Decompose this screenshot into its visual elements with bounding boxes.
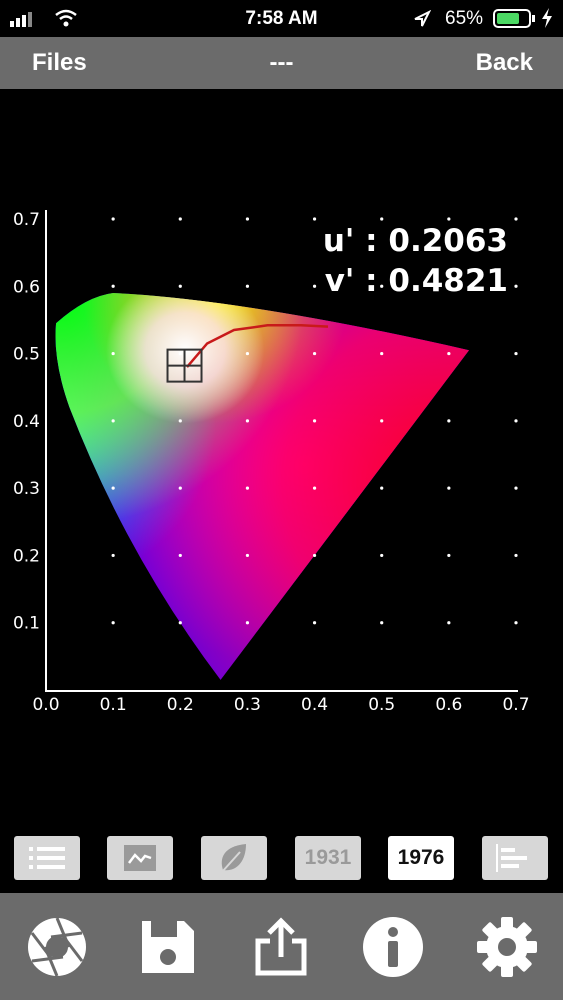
grid-dot <box>178 217 182 221</box>
grid-dot <box>178 553 182 558</box>
grid-dot <box>514 419 518 423</box>
location-arrow-icon <box>414 10 431 27</box>
x-tick-label: 0.1 <box>100 695 127 715</box>
grid-dot <box>380 351 384 356</box>
files-button[interactable]: Files <box>32 49 87 77</box>
v-prime-readout: v' : 0.4821 <box>325 263 508 299</box>
share-button[interactable] <box>248 915 314 979</box>
grid-dot <box>447 419 451 423</box>
info-icon <box>363 917 423 977</box>
grid-dot <box>111 486 115 490</box>
y-tick-label: 0.1 <box>13 614 40 634</box>
x-tick-label: 0.5 <box>368 695 395 715</box>
color-gamut <box>55 293 470 680</box>
status-bar: 7:58 AM 65% <box>0 0 563 36</box>
charging-bolt-icon <box>542 8 552 28</box>
battery-icon <box>493 9 535 28</box>
tab-list[interactable] <box>14 836 80 880</box>
tab-cie1976-label: 1976 <box>397 846 445 869</box>
grid-dot <box>447 351 451 356</box>
grid-dot <box>111 217 115 221</box>
grid-dot <box>245 486 250 490</box>
tab-cie1931-label: 1931 <box>304 846 352 869</box>
grid-dot <box>111 351 115 356</box>
x-tick-label: 0.4 <box>301 695 328 715</box>
grid-dot <box>312 351 317 356</box>
y-tick-label: 0.4 <box>13 412 40 432</box>
battery-percent: 65% <box>445 8 484 29</box>
grid-dot <box>447 486 451 490</box>
grid-dot <box>514 284 518 288</box>
grid-dot <box>380 553 384 558</box>
grid-dot <box>312 419 317 423</box>
grid-dot <box>312 553 317 558</box>
grid-dot <box>178 486 182 490</box>
grid-dot <box>447 553 451 558</box>
leaf-icon <box>221 844 246 873</box>
grid-dot <box>111 284 115 288</box>
grid-dot <box>245 419 250 423</box>
grid-dot <box>245 351 250 356</box>
grid-dot <box>178 419 182 423</box>
tab-leaf[interactable] <box>201 836 267 880</box>
settings-button[interactable] <box>474 915 540 979</box>
grid-dot <box>312 621 317 625</box>
nav-bar: Files --- Back <box>0 37 563 89</box>
view-tabs: 1931 1976 <box>0 836 563 882</box>
grid-dot <box>178 351 182 356</box>
y-tick-label: 0.6 <box>13 277 40 297</box>
x-tick-label: 0.6 <box>435 695 462 715</box>
grid-dot <box>245 284 250 288</box>
grid-dot <box>111 553 115 558</box>
grid-dot <box>312 284 317 288</box>
share-icon <box>255 917 307 976</box>
tab-histogram[interactable] <box>482 836 548 880</box>
y-tick-label: 0.7 <box>13 210 40 230</box>
grid-dot <box>447 621 451 625</box>
chromaticity-diagram[interactable]: 0.0 0.1 0.2 0.3 0.4 0.5 0.6 0.7 0.1 0.2 0.3 0.4 0.5… <box>0 200 563 720</box>
grid-dot <box>245 217 250 221</box>
grid-dot <box>312 486 317 490</box>
grid-dot <box>514 351 518 356</box>
grid-dot <box>380 621 384 625</box>
tab-graph[interactable] <box>107 836 173 880</box>
u-prime-readout: u' : 0.2063 <box>323 223 508 259</box>
grid-dot <box>245 553 250 558</box>
info-button[interactable] <box>360 915 426 979</box>
grid-dot <box>514 553 518 558</box>
gear-icon <box>477 917 537 977</box>
grid-dot <box>312 217 317 221</box>
grid-dot <box>514 486 518 490</box>
grid-dot <box>178 284 182 288</box>
line-graph-icon <box>124 845 156 871</box>
grid-dot <box>111 419 115 423</box>
aperture-icon <box>28 917 86 977</box>
grid-dot <box>514 621 518 625</box>
grid-dot <box>447 217 451 221</box>
back-button[interactable]: Back <box>476 49 533 77</box>
list-icon <box>29 847 65 869</box>
save-icon <box>142 921 194 973</box>
x-tick-label: 0.2 <box>167 695 194 715</box>
y-tick-label: 0.2 <box>13 546 40 566</box>
tab-cie1931[interactable]: 1931 <box>295 836 361 880</box>
x-tick-label: 0.7 <box>502 695 529 715</box>
bottom-toolbar <box>0 893 563 1000</box>
grid-dot <box>514 217 518 221</box>
capture-button[interactable] <box>24 915 90 979</box>
grid-dot <box>380 217 384 221</box>
x-tick-label: 0.3 <box>234 695 261 715</box>
y-tick-label: 0.5 <box>13 345 40 365</box>
grid-dot <box>380 486 384 490</box>
tab-cie1976[interactable]: 1976 <box>388 836 454 880</box>
grid-dot <box>245 621 250 625</box>
grid-dot <box>380 419 384 423</box>
grid-dot <box>111 621 115 625</box>
x-tick-label: 0.0 <box>32 695 59 715</box>
y-tick-label: 0.3 <box>13 479 40 499</box>
grid-dot <box>178 621 182 625</box>
bar-chart-icon <box>496 844 527 872</box>
save-button[interactable] <box>135 915 201 979</box>
